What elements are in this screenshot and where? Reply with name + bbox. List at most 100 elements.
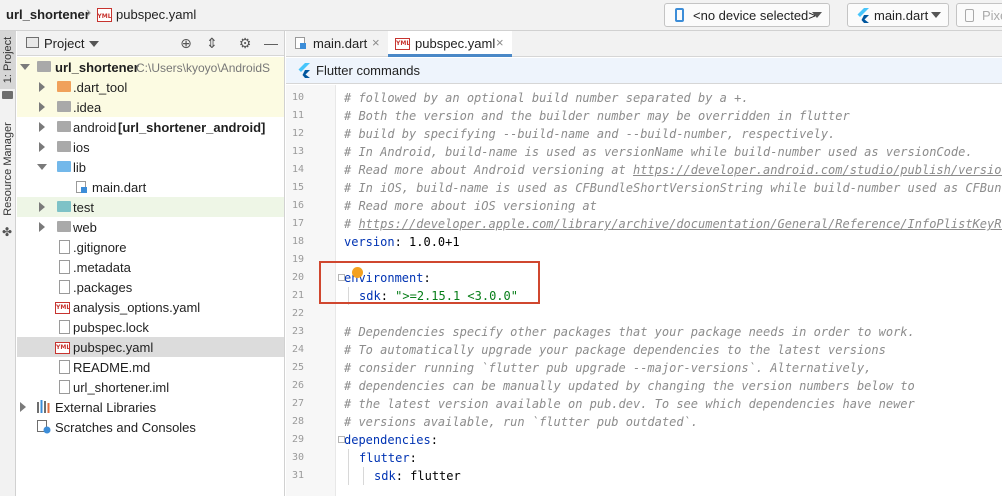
fold-marker-icon[interactable] (338, 274, 345, 281)
line-number: 19 (291, 254, 304, 265)
close-icon[interactable]: × (496, 35, 504, 50)
tree-row[interactable]: test (17, 197, 284, 217)
yaml-key: dependencies (344, 433, 431, 447)
breadcrumb-project[interactable]: url_shortener (6, 7, 90, 22)
yaml-colon: : (395, 469, 403, 483)
lightbulb-icon[interactable] (352, 267, 363, 278)
line-number: 21 (291, 290, 304, 301)
comment-url-link[interactable]: https://developer.apple.com/library/arch… (358, 217, 1002, 231)
code-line: # followed by an optional build number s… (344, 89, 749, 107)
code-line: flutter: (348, 449, 417, 467)
library-icon (37, 400, 51, 416)
tree-row-selected[interactable]: YML pubspec.yaml (17, 337, 284, 357)
code-line: # Read more about iOS versioning at (344, 197, 597, 215)
chevron-right-icon[interactable] (39, 102, 45, 112)
flutter-icon (857, 8, 869, 26)
chevron-down-icon[interactable] (20, 64, 30, 70)
run-config-selector[interactable]: main.dart (847, 3, 949, 27)
folder-icon (2, 91, 13, 99)
line-number: 16 (291, 200, 304, 211)
tree-row[interactable]: .metadata (17, 257, 284, 277)
device-selector[interactable]: <no device selected> (664, 3, 830, 27)
tree-item-label: .idea (73, 100, 102, 115)
line-number: 10 (291, 92, 304, 103)
project-tool-tab-label: 1: Project (2, 36, 14, 84)
folder-icon (57, 221, 71, 232)
folder-icon (37, 61, 51, 72)
locate-icon[interactable]: ⊕ (177, 34, 195, 52)
scratches-icon (37, 420, 51, 437)
tree-item-label: .packages (73, 280, 133, 295)
chevron-right-icon[interactable] (39, 142, 45, 152)
breadcrumb-file[interactable]: pubspec.yaml (116, 7, 196, 22)
tab-main-dart[interactable]: main.dart × (286, 31, 387, 57)
tree-row[interactable]: lib (17, 157, 284, 177)
resource-manager-tab[interactable]: Resource Manager (0, 117, 16, 221)
tree-row-root[interactable]: url_shortener C:\Users\kyoyo\AndroidS (17, 57, 284, 77)
indent-guide (348, 449, 349, 467)
tree-item-path: C:\Users\kyoyo\AndroidS (136, 61, 271, 75)
pixel-device-button[interactable]: Pixe (956, 3, 1002, 27)
line-number: 12 (291, 128, 304, 139)
tab-label: main.dart (313, 36, 368, 51)
code-line: # In iOS, build-name is used as CFBundle… (344, 179, 1002, 197)
folder-icon (57, 141, 71, 152)
tree-row[interactable]: url_shortener.iml (17, 377, 284, 397)
code-line: # build by specifying --build-name and -… (344, 125, 835, 143)
line-number: 14 (291, 164, 304, 175)
tree-row[interactable]: ios (17, 137, 284, 157)
comment-text: # Read more about Android versioning at (344, 163, 633, 177)
project-panel-title[interactable]: Project (44, 36, 84, 51)
fold-marker-icon[interactable] (338, 436, 345, 443)
code-line: version: 1.0.0+1 (344, 233, 460, 251)
chevron-right-icon[interactable] (39, 82, 45, 92)
chevron-right-icon[interactable] (20, 402, 26, 412)
chevron-down-icon[interactable] (37, 164, 47, 170)
tab-pubspec-yaml[interactable]: YML pubspec.yaml × (388, 31, 512, 57)
tree-row[interactable]: YML analysis_options.yaml (17, 297, 284, 317)
tree-item-label: pubspec.lock (73, 320, 149, 335)
line-number: 28 (291, 416, 304, 427)
chevron-down-icon[interactable] (89, 41, 99, 47)
tree-row[interactable]: README.md (17, 357, 284, 377)
left-tool-strip: 1: Project Resource Manager ✤ (0, 31, 16, 496)
svg-text:YML: YML (97, 13, 112, 20)
tree-row[interactable]: main.dart (17, 177, 284, 197)
gear-icon[interactable]: ⚙ (236, 34, 254, 52)
yaml-key: flutter (359, 451, 410, 465)
tree-item-label: pubspec.yaml (73, 340, 154, 355)
code-line: # Read more about Android versioning at … (344, 161, 1002, 179)
line-number: 23 (291, 326, 304, 337)
tree-item-label: lib (73, 160, 87, 175)
tree-row[interactable]: .dart_tool (17, 77, 284, 97)
line-number: 18 (291, 236, 304, 247)
comment-url-link[interactable]: https://developer.android.com/studio/pub… (633, 163, 1002, 177)
code-line: # To automatically upgrade your package … (344, 341, 886, 359)
collapse-all-icon[interactable]: ⇕ (203, 34, 221, 52)
project-tool-tab[interactable]: 1: Project (0, 31, 16, 89)
tree-item-label: url_shortener (55, 60, 139, 75)
chevron-right-icon[interactable] (39, 202, 45, 212)
close-icon[interactable]: × (372, 35, 380, 50)
chevron-right-icon[interactable] (39, 122, 45, 132)
chevron-right-icon[interactable] (39, 222, 45, 232)
tree-row[interactable]: .gitignore (17, 237, 284, 257)
flutter-commands-link[interactable]: Flutter commands (316, 63, 420, 78)
editor-area: main.dart × YML pubspec.yaml × Flutter c… (286, 31, 1002, 496)
line-number: 27 (291, 398, 304, 409)
line-number: 31 (291, 470, 304, 481)
tree-row[interactable]: android [url_shortener_android] (17, 117, 284, 137)
tree-row[interactable]: .idea (17, 97, 284, 117)
minimize-icon[interactable]: — (262, 34, 280, 52)
tree-row[interactable]: External Libraries (17, 397, 284, 417)
tab-label: pubspec.yaml (415, 36, 496, 51)
project-panel: Project ⊕ ⇕ ⚙ — url_shortener C:\Users\k… (17, 31, 285, 496)
line-number: 11 (291, 110, 304, 121)
tree-row[interactable]: .packages (17, 277, 284, 297)
tree-row[interactable]: web (17, 217, 284, 237)
tree-row[interactable]: pubspec.lock (17, 317, 284, 337)
tree-row[interactable]: Scratches and Consoles (17, 417, 284, 437)
tree-item-label: url_shortener.iml (73, 380, 170, 395)
project-view-icon (26, 37, 39, 48)
tree-item-label: .dart_tool (73, 80, 128, 95)
